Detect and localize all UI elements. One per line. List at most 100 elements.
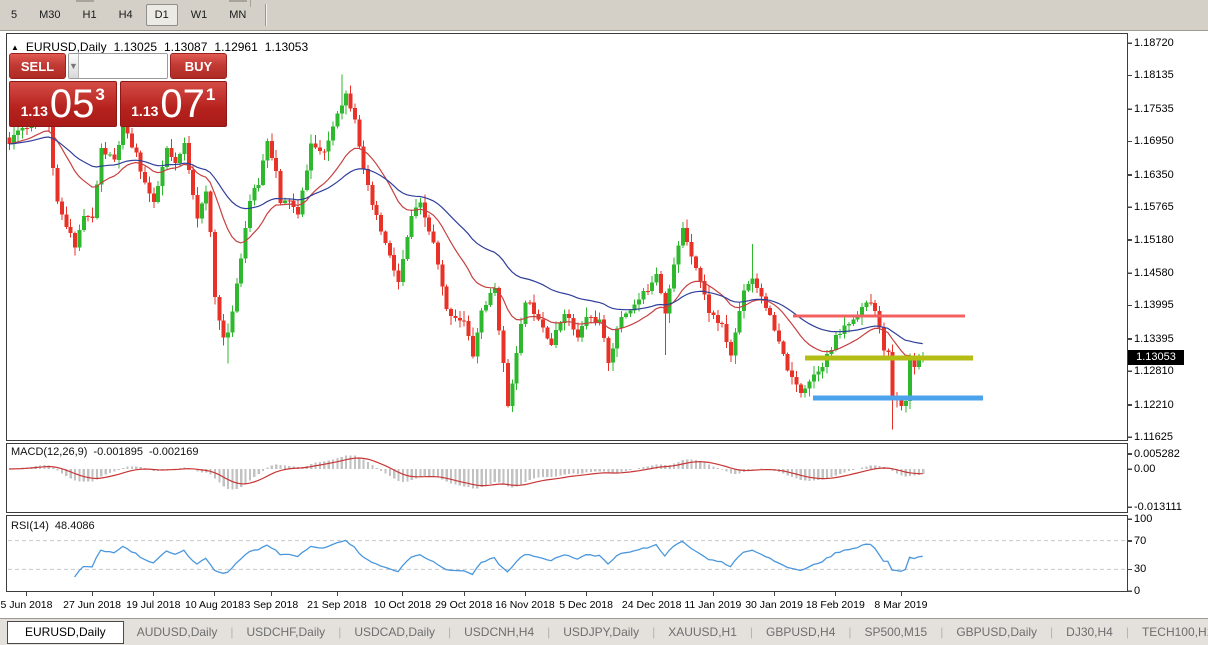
date-axis-tick xyxy=(271,592,272,596)
date-axis-tick xyxy=(901,592,902,596)
symbol-tab-sp500[interactable]: SP500,M15 xyxy=(852,622,941,643)
date-axis-label: 30 Jan 2019 xyxy=(745,599,803,611)
volume-decrease-button[interactable]: ▼ xyxy=(69,54,79,78)
date-axis-label: 3 Sep 2018 xyxy=(244,599,298,611)
macd-label: MACD(12,26,9) xyxy=(11,446,87,458)
date-axis-tick xyxy=(337,592,338,596)
collapse-chart-icon[interactable]: ▲ xyxy=(11,43,19,52)
macd-histogram xyxy=(10,455,924,489)
date-axis-tick xyxy=(586,592,587,596)
price-axis-label: 1.18720 xyxy=(1134,36,1174,50)
toolbar-edge-mark xyxy=(250,0,251,7)
date-axis-tick xyxy=(713,592,714,596)
buy-price-big: 07 xyxy=(160,83,205,125)
symbol-tab-dj30[interactable]: DJ30,H4 xyxy=(1053,622,1126,643)
symbol-tab-audusd[interactable]: AUDUSD,Daily xyxy=(124,622,231,643)
timeframe-toolbar: 5M30H1H4D1W1MN xyxy=(0,0,1208,31)
price-axis-label: 1.13995 xyxy=(1134,298,1174,312)
macd-signal-value: -0.002169 xyxy=(149,446,199,458)
buy-price-sup: 1 xyxy=(206,85,215,105)
rsi-label: RSI(14) xyxy=(11,520,49,532)
candlestick-series xyxy=(8,75,926,430)
ohlc-high-value: 1.13087 xyxy=(164,40,207,54)
one-click-trading-panel: SELL ▼ ▲ BUY 1.13 05 3 1.13 xyxy=(9,53,227,127)
timeframe-button-m30[interactable]: M30 xyxy=(30,4,69,26)
timeframe-button-d1[interactable]: D1 xyxy=(146,4,178,26)
macd-axis-label: 0.00 xyxy=(1134,462,1155,476)
symbol-tab-xauusd[interactable]: XAUUSD,H1 xyxy=(655,622,750,643)
price-axis-label: 1.12810 xyxy=(1134,364,1174,378)
date-axis-label: 10 Aug 2018 xyxy=(185,599,244,611)
toolbar-edge-mark xyxy=(229,0,247,2)
rsi-value: 48.4086 xyxy=(55,520,95,532)
timeframe-button-h1[interactable]: H1 xyxy=(74,4,106,26)
date-axis-tick xyxy=(26,592,27,596)
current-price-badge: 1.13053 xyxy=(1128,350,1184,365)
toolbar-edge-mark xyxy=(76,0,94,2)
rsi-header: RSI(14) 48.4086 xyxy=(11,520,95,532)
price-axis-label: 1.12210 xyxy=(1134,398,1174,412)
date-axis-label: 5 Dec 2018 xyxy=(559,599,613,611)
sell-price-button[interactable]: 1.13 05 3 xyxy=(9,81,117,127)
date-axis-label: 24 Dec 2018 xyxy=(622,599,682,611)
moving-average-line-2 xyxy=(9,137,923,344)
date-axis-label: 11 Jan 2019 xyxy=(684,599,741,611)
price-axis-label: 1.18135 xyxy=(1134,68,1174,82)
symbol-tab-usdchf[interactable]: USDCHF,Daily xyxy=(234,622,339,643)
price-axis-label: 1.16950 xyxy=(1134,134,1174,148)
rsi-axis-label: 30 xyxy=(1134,562,1146,576)
chart-window: ▲ EURUSD,Daily 1.13025 1.13087 1.12961 1… xyxy=(0,32,1208,618)
date-axis-tick xyxy=(92,592,93,596)
price-axis-label: 1.17535 xyxy=(1134,102,1174,116)
date-axis-label: 19 Jul 2018 xyxy=(126,599,180,611)
date-axis-label: 27 Jun 2018 xyxy=(63,599,121,611)
sell-price-prefix: 1.13 xyxy=(21,103,48,119)
symbol-tab-usdjpy[interactable]: USDJPY,Daily xyxy=(550,622,652,643)
ohlc-low-value: 1.12961 xyxy=(214,40,257,54)
date-axis-label: 29 Oct 2018 xyxy=(435,599,492,611)
symbol-tabs: EURUSD,DailyAUDUSD,Daily|USDCHF,Daily|US… xyxy=(7,621,1208,644)
price-axis-label: 1.14580 xyxy=(1134,266,1174,280)
date-axis-label: 5 Jun 2018 xyxy=(1,599,53,611)
symbol-tab-bar: EURUSD,DailyAUDUSD,Daily|USDCHF,Daily|US… xyxy=(0,618,1208,645)
symbol-tab-eurusd[interactable]: EURUSD,Daily xyxy=(7,621,124,644)
moving-average-line-1 xyxy=(9,131,923,357)
timeframe-button-h4[interactable]: H4 xyxy=(110,4,142,26)
rsi-axis-label: 70 xyxy=(1134,534,1146,548)
symbol-tab-usdcad[interactable]: USDCAD,Daily xyxy=(341,622,448,643)
date-axis-tick xyxy=(774,592,775,596)
symbol-tab-gbpusd[interactable]: GBPUSD,H4 xyxy=(753,622,848,643)
chart-symbol-label: EURUSD,Daily xyxy=(26,40,107,54)
date-axis-label: 21 Sep 2018 xyxy=(307,599,367,611)
timeframe-button-mn[interactable]: MN xyxy=(220,4,255,26)
date-axis-tick xyxy=(652,592,653,596)
buy-price-button[interactable]: 1.13 07 1 xyxy=(120,81,228,127)
mt4-application: 5M30H1H4D1W1MN ▲ EURUSD,Daily 1.13025 1.… xyxy=(0,0,1208,645)
chevron-down-icon: ▼ xyxy=(69,61,78,71)
ohlc-close-value: 1.13053 xyxy=(265,40,308,54)
price-axis-label: 1.13395 xyxy=(1134,332,1174,346)
symbol-tab-gbpusd[interactable]: GBPUSD,Daily xyxy=(943,622,1050,643)
timeframe-button-5[interactable]: 5 xyxy=(2,4,26,26)
macd-header: MACD(12,26,9) -0.001895 -0.002169 xyxy=(11,446,199,458)
date-axis-tick xyxy=(464,592,465,596)
sell-button[interactable]: SELL xyxy=(9,53,66,79)
date-axis-label: 10 Oct 2018 xyxy=(374,599,431,611)
symbol-tab-usdcnh[interactable]: USDCNH,H4 xyxy=(451,622,547,643)
date-axis-tick xyxy=(153,592,154,596)
date-axis-label: 8 Mar 2019 xyxy=(874,599,927,611)
toolbar-separator xyxy=(265,4,267,26)
date-axis-tick xyxy=(402,592,403,596)
buy-button[interactable]: BUY xyxy=(170,53,227,79)
volume-input[interactable] xyxy=(79,54,168,78)
date-axis-tick xyxy=(525,592,526,596)
symbol-tab-tech100[interactable]: TECH100,H1 xyxy=(1129,622,1208,643)
rsi-indicator-panel[interactable] xyxy=(0,515,1208,592)
price-axis-label: 1.15180 xyxy=(1134,233,1174,247)
macd-axis-label: 0.005282 xyxy=(1134,447,1180,461)
sell-price-big: 05 xyxy=(50,83,95,125)
date-axis-tick xyxy=(835,592,836,596)
ohlc-open-value: 1.13025 xyxy=(114,40,157,54)
date-axis[interactable]: 5 Jun 2018 27 Jun 2018 19 Jul 2018 10 Aug 2… xyxy=(0,592,1208,618)
timeframe-button-w1[interactable]: W1 xyxy=(182,4,217,26)
